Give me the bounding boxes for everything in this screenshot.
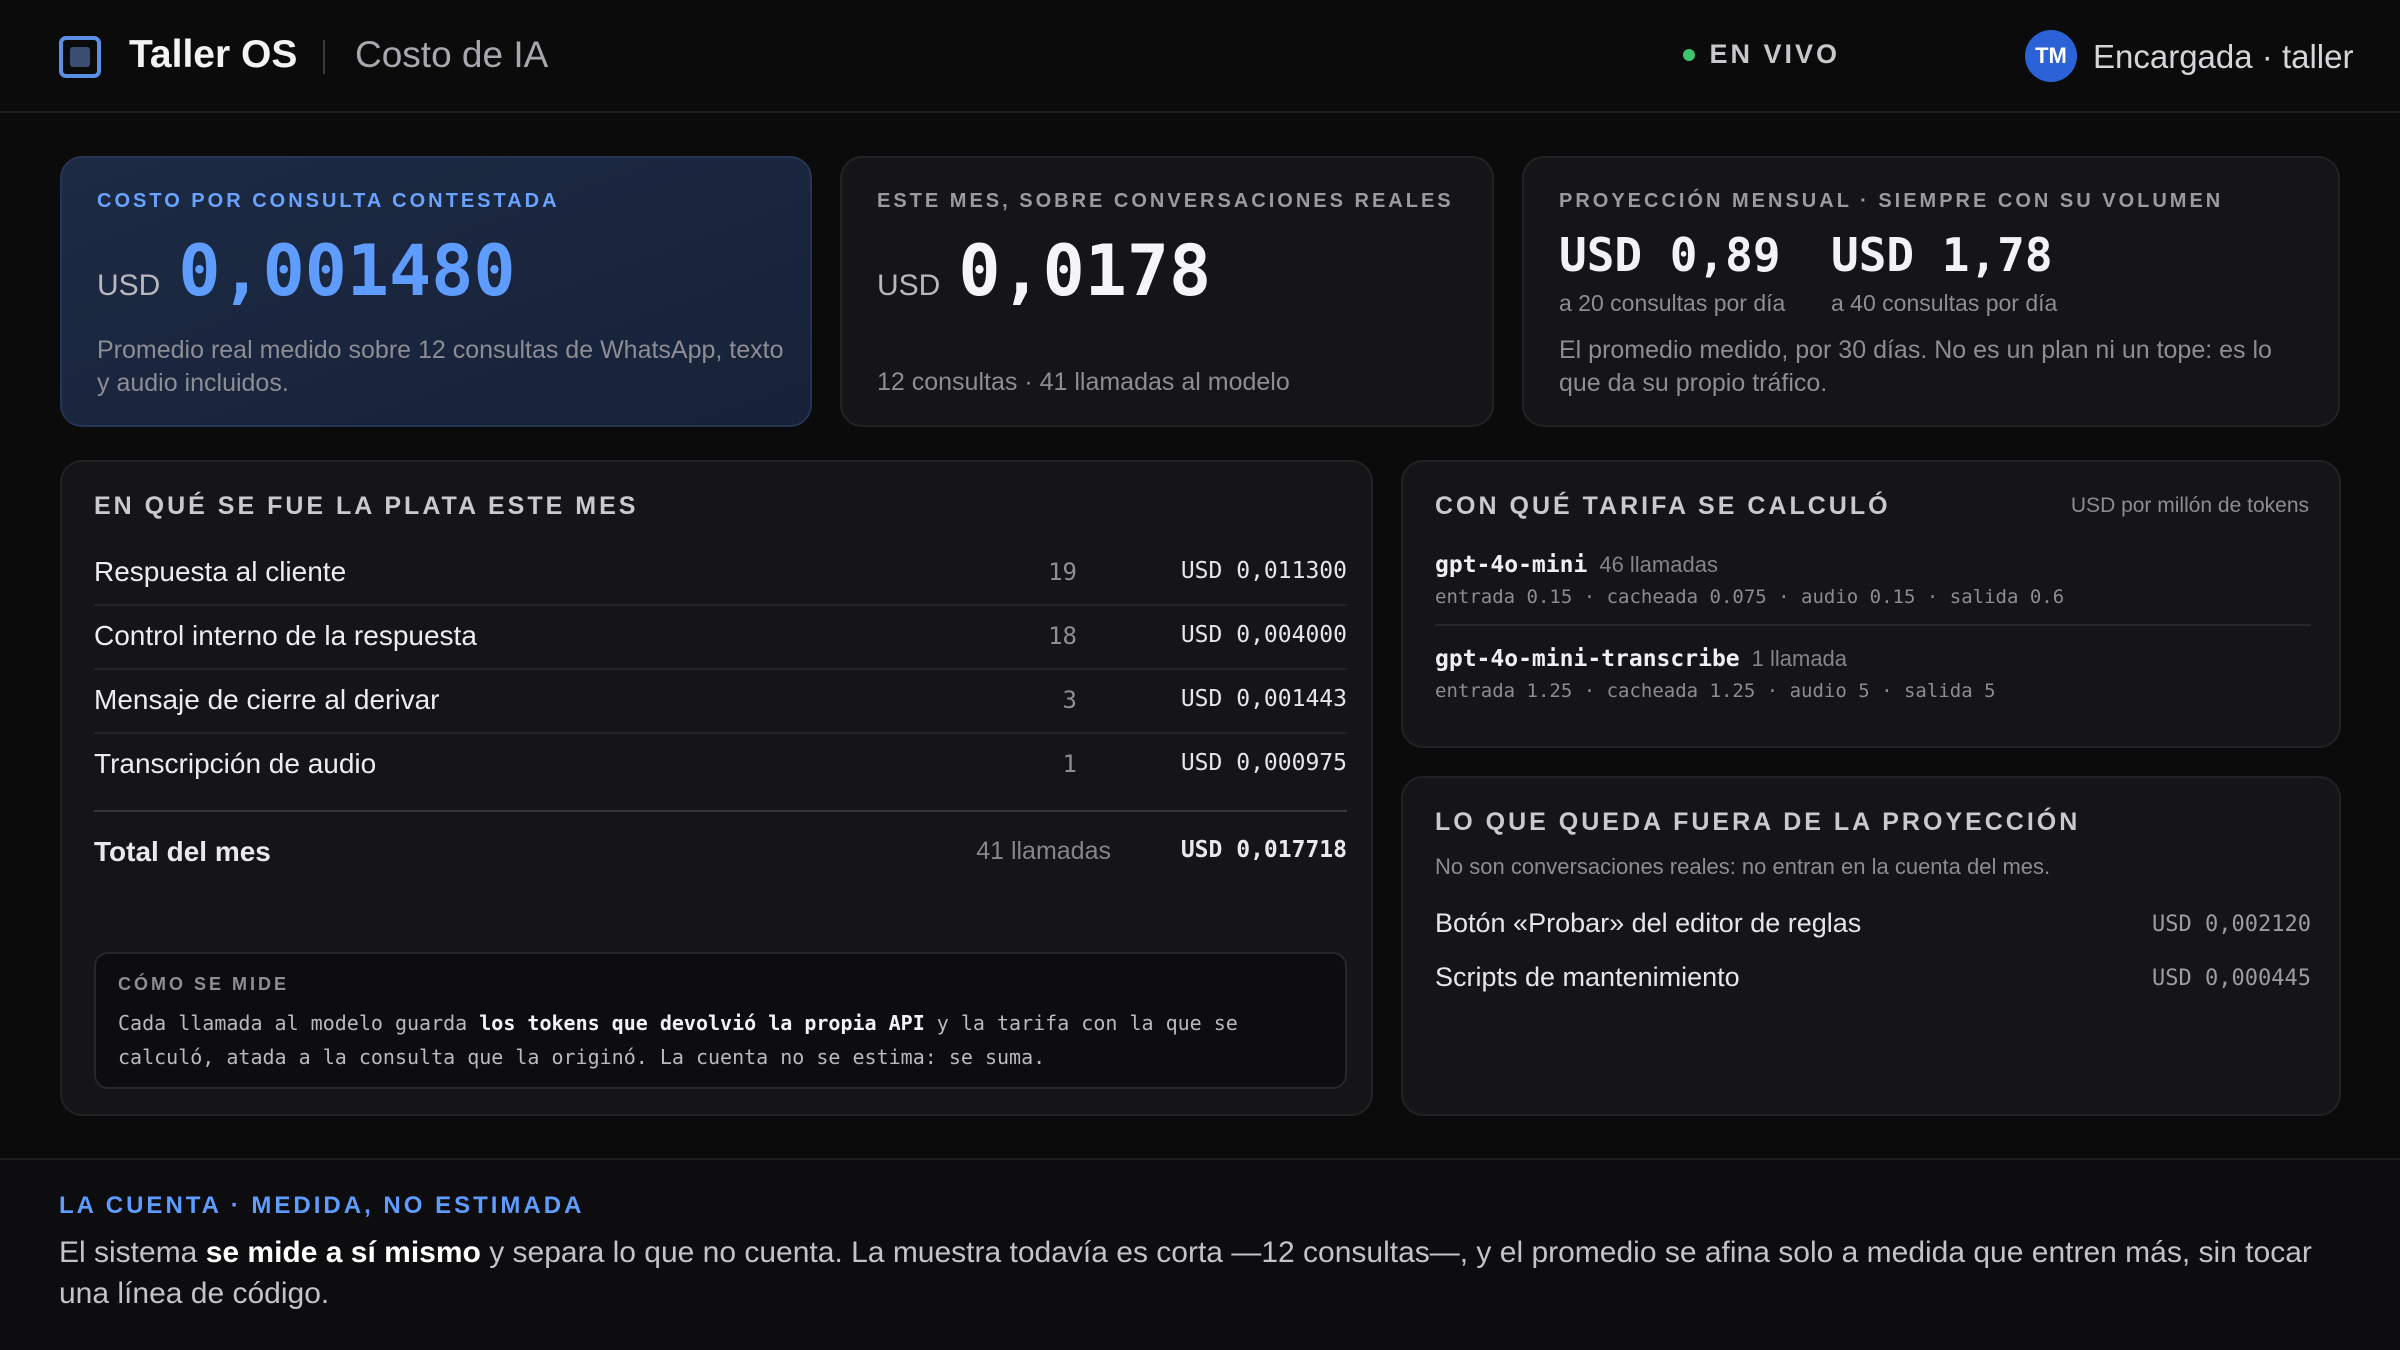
breakdown-title: EN QUÉ SE FUE LA PLATA ESTE MES [94,492,639,520]
stat-value: 0,001480 [178,230,516,312]
total-amount: USD 0,017718 [1180,837,1347,863]
user-name[interactable]: Encargada · taller [2093,38,2353,76]
footer-note: LA CUENTA · MEDIDA, NO ESTIMADA El siste… [0,1158,2400,1350]
row-amount: USD 0,004000 [1180,622,1347,648]
top-bar: Taller OS Costo de IA EN VIVO TM Encarga… [0,0,2400,113]
list-item: Botón «Probar» del editor de reglas USD … [1435,908,2311,939]
header-divider [323,40,325,74]
item-amount: USD 0,002120 [2152,912,2311,937]
stat-kicker: ESTE MES, SOBRE CONVERSACIONES REALES [877,190,1454,212]
row-count: 3 [1062,686,1077,714]
total-row: Total del mes 41 llamadas USD 0,017718 [94,810,1347,874]
live-dot-icon [1683,48,1696,61]
item-amount: USD 0,000445 [2152,966,2311,991]
table-row: Transcripción de audio 1 USD 0,000975 [94,734,1347,798]
live-indicator: EN VIVO [1683,39,1840,70]
stat-value-group: USD 0,001480 [97,230,516,312]
footer-kicker: LA CUENTA · MEDIDA, NO ESTIMADA [59,1192,585,1219]
stat-value-group: USD 0,0178 [877,230,1211,312]
projection-label: a 20 consultas por día [1559,290,1786,316]
stat-kicker: COSTO POR CONSULTA CONTESTADA [97,190,560,212]
tariff-card: CON QUÉ TARIFA SE CALCULÓ USD por millón… [1401,460,2341,748]
item-label: Scripts de mantenimiento [1435,962,1740,992]
table-row: Mensaje de cierre al derivar 3 USD 0,001… [94,670,1347,734]
outside-subtitle: No son conversaciones reales: no entran … [1435,854,2051,879]
live-label: EN VIVO [1709,39,1840,69]
tariff-unit: USD por millón de tokens [2070,494,2309,517]
model-entry: gpt-4o-mini 46 llamadas entrada 0.15 · ca… [1435,552,2311,626]
model-rates: entrada 1.25 · cacheada 1.25 · audio 5 ·… [1435,680,1996,702]
how-measured-box: CÓMO SE MIDE Cada llamada al modelo guar… [94,952,1347,1089]
monthly-projection-card: PROYECCIÓN MENSUAL · SIEMPRE CON SU VOLU… [1522,156,2340,427]
how-text: Cada llamada al modelo guarda los tokens… [118,1011,1238,1069]
row-label: Control interno de la respuesta [94,620,477,651]
model-name: gpt-4o-mini-transcribe [1435,646,1740,672]
footer-text: El sistema se mide a sí mismo y separa l… [59,1236,2312,1310]
item-label: Botón «Probar» del editor de reglas [1435,908,1862,938]
list-item: Scripts de mantenimiento USD 0,000445 [1435,962,2311,993]
stat-description: 12 consultas · 41 llamadas al modelo [877,368,1290,396]
app-logo-icon [59,36,101,78]
table-row: Respuesta al cliente 19 USD 0,011300 [94,542,1347,606]
how-kicker: CÓMO SE MIDE [118,974,290,994]
cost-breakdown-card: EN QUÉ SE FUE LA PLATA ESTE MES Respuest… [60,460,1373,1116]
table-row: Control interno de la respuesta 18 USD 0… [94,606,1347,670]
projection-label: a 40 consultas por día [1831,290,2058,316]
row-count: 18 [1048,622,1077,650]
model-calls: 46 llamadas [1599,552,1718,577]
row-label: Mensaje de cierre al derivar [94,684,440,715]
model-entry: gpt-4o-mini-transcribe 1 llamada entrada … [1435,646,2311,702]
page-title: Costo de IA [355,34,549,75]
stat-description: Promedio real medido sobre 12 consultas … [97,336,784,397]
row-label: Respuesta al cliente [94,556,347,587]
projection-value: USD 1,78 [1831,228,2053,282]
model-calls: 1 llamada [1751,646,1848,671]
projection-40: USD 1,78 a 40 consultas por día [1831,228,2057,317]
month-cost-card: ESTE MES, SOBRE CONVERSACIONES REALES US… [840,156,1494,427]
outside-projection-card: LO QUE QUEDA FUERA DE LA PROYECCIÓN No s… [1401,776,2341,1116]
total-count: 41 llamadas [976,837,1111,865]
row-amount: USD 0,000975 [1180,750,1347,776]
row-count: 19 [1048,558,1077,586]
stat-description: El promedio medido, por 30 días. No es u… [1559,336,2272,397]
model-name: gpt-4o-mini [1435,552,1588,578]
tariff-title: CON QUÉ TARIFA SE CALCULÓ [1435,492,1891,520]
stat-value: 0,0178 [958,230,1212,312]
model-rates: entrada 0.15 · cacheada 0.075 · audio 0.… [1435,586,2065,608]
row-amount: USD 0,011300 [1180,558,1347,584]
total-label: Total del mes [94,836,271,867]
stat-kicker: PROYECCIÓN MENSUAL · SIEMPRE CON SU VOLU… [1559,190,2224,212]
outside-title: LO QUE QUEDA FUERA DE LA PROYECCIÓN [1435,808,2081,836]
stat-currency: USD [877,269,941,302]
brand-name: Taller OS [129,33,298,76]
row-count: 1 [1062,750,1077,778]
cost-per-query-card: COSTO POR CONSULTA CONTESTADA USD 0,0014… [60,156,812,427]
projection-value: USD 0,89 [1559,228,1781,282]
avatar[interactable]: TM [2025,30,2077,82]
stat-currency: USD [97,269,161,302]
row-label: Transcripción de audio [94,748,377,779]
projection-20: USD 0,89 a 20 consultas por día [1559,228,1785,317]
row-amount: USD 0,001443 [1180,686,1347,712]
